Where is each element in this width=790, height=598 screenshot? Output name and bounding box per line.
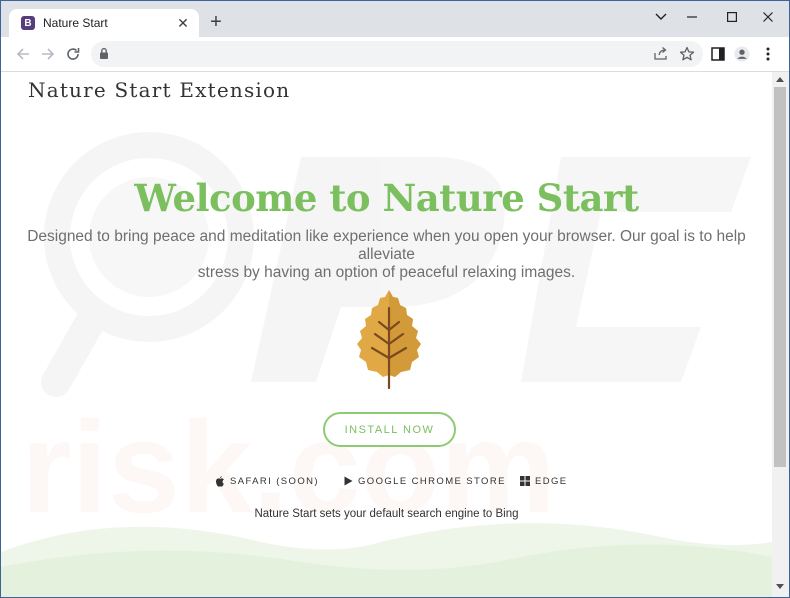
browser-toolbar bbox=[1, 37, 789, 72]
address-bar[interactable] bbox=[91, 41, 703, 67]
store-link-safari[interactable]: SAFARI (SOON) bbox=[215, 474, 319, 488]
bootstrap-favicon-icon: B bbox=[21, 16, 35, 30]
green-hills-decoration bbox=[1, 523, 772, 597]
store-label-chrome: GOOGLE CHROME STORE bbox=[358, 475, 506, 487]
star-icon[interactable] bbox=[679, 46, 695, 62]
store-label-edge: EDGE bbox=[535, 475, 568, 487]
store-link-edge[interactable]: EDGE bbox=[520, 474, 568, 488]
install-now-button[interactable]: INSTALL NOW bbox=[323, 412, 456, 447]
autumn-leaf-icon bbox=[357, 290, 421, 390]
store-link-chrome[interactable]: GOOGLE CHROME STORE bbox=[344, 474, 506, 488]
share-icon[interactable] bbox=[653, 46, 669, 62]
tab-search-chevron-icon[interactable] bbox=[646, 5, 676, 29]
tab-strip: B Nature Start ✕ + bbox=[1, 1, 789, 37]
maximize-icon[interactable] bbox=[717, 5, 747, 29]
site-brand: Nature Start Extension bbox=[28, 78, 291, 102]
apple-icon bbox=[216, 475, 224, 487]
windows-icon bbox=[520, 476, 530, 486]
close-window-icon[interactable] bbox=[753, 5, 783, 29]
page-headline: Welcome to Nature Start bbox=[134, 176, 639, 220]
scroll-up-arrow-icon[interactable] bbox=[776, 77, 784, 82]
page-viewport: risk.com Nature Start Extension Welcome … bbox=[1, 72, 772, 597]
sidebar-icon[interactable] bbox=[710, 46, 726, 62]
minimize-icon[interactable] bbox=[677, 5, 707, 29]
reload-icon[interactable] bbox=[62, 43, 84, 65]
forward-arrow-icon[interactable] bbox=[37, 43, 59, 65]
scroll-down-arrow-icon[interactable] bbox=[776, 584, 784, 589]
tab-close-icon[interactable]: ✕ bbox=[175, 15, 191, 32]
back-arrow-icon[interactable] bbox=[12, 43, 34, 65]
store-label-safari: SAFARI (SOON) bbox=[230, 475, 319, 487]
scroll-thumb[interactable] bbox=[774, 87, 786, 467]
tagline-line-1: Designed to bring peace and meditation l… bbox=[27, 228, 746, 263]
new-tab-button[interactable]: + bbox=[205, 12, 227, 34]
lock-icon[interactable] bbox=[99, 47, 109, 65]
play-icon bbox=[344, 476, 353, 486]
browser-tab[interactable]: B Nature Start ✕ bbox=[9, 9, 199, 37]
browser-window: B Nature Start ✕ + Nature Start Extensio… bbox=[0, 0, 790, 598]
page-tagline: Designed to bring peace and meditation l… bbox=[1, 228, 772, 282]
tagline-line-2: stress by having an option of peaceful r… bbox=[197, 264, 576, 281]
kebab-menu-icon[interactable] bbox=[760, 46, 776, 62]
page-scrollbar[interactable] bbox=[772, 72, 789, 597]
profile-icon[interactable] bbox=[734, 46, 750, 62]
tab-title: Nature Start bbox=[43, 16, 108, 30]
